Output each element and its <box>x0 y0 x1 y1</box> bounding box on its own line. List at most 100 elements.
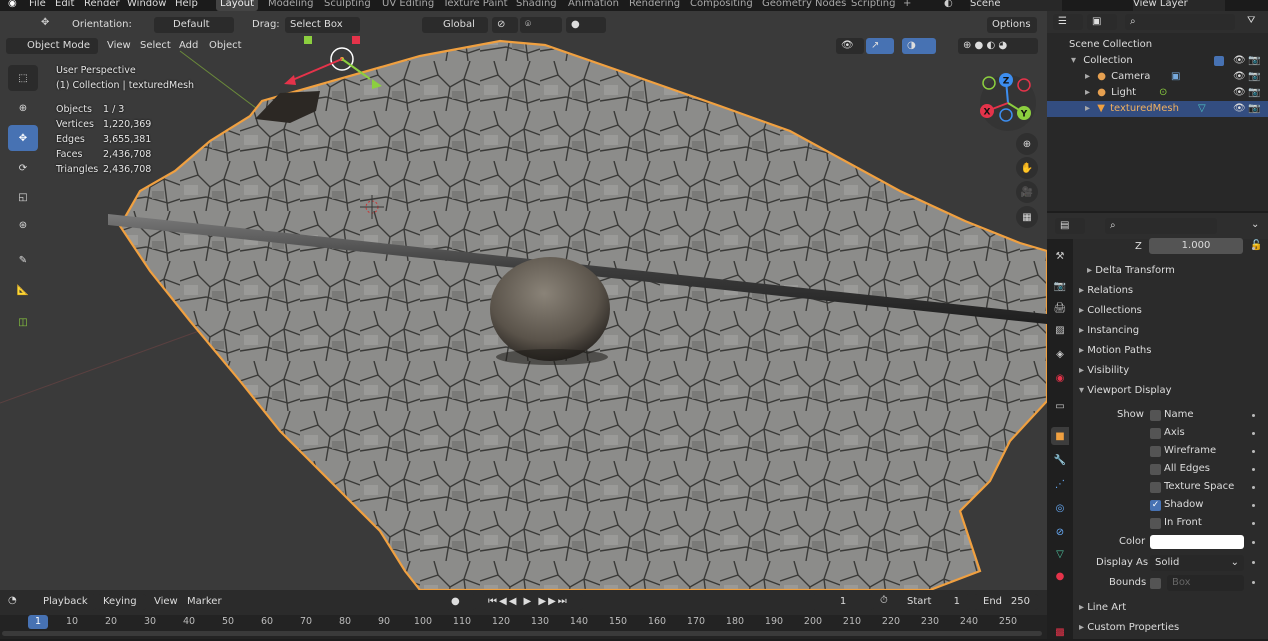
editor-type-icon[interactable]: ◔ <box>8 595 17 606</box>
transform-tool-icon[interactable]: ⊛ <box>8 212 38 238</box>
tab-modeling[interactable]: Modeling <box>264 0 318 11</box>
collection-checkbox[interactable] <box>1214 56 1224 66</box>
select-box-tool-icon[interactable]: ⬚ <box>8 65 38 91</box>
name-checkbox[interactable] <box>1150 410 1161 421</box>
eye-icon[interactable]: 👁 <box>1233 69 1246 85</box>
world-tab-icon[interactable]: ◉ <box>1051 369 1069 387</box>
shadow-checkbox[interactable]: ✓ <box>1150 500 1161 511</box>
expand-arrow-icon[interactable]: ▸ <box>1047 87 1090 98</box>
menu-file[interactable]: File <box>29 0 46 9</box>
outliner-search-input[interactable]: ⌕ <box>1125 14 1235 30</box>
menu-help[interactable]: Help <box>175 0 198 9</box>
tab-layout[interactable]: Layout <box>216 0 258 11</box>
viewport-display-panel[interactable]: ▾ Viewport Display <box>1073 381 1268 401</box>
visibility-panel[interactable]: ▸ Visibility <box>1073 361 1268 381</box>
outliner-item-light[interactable]: ▸ ● Light ⊙ 👁 📷 <box>1047 85 1268 101</box>
playback-menu[interactable]: Playback <box>38 594 96 610</box>
frame-ruler[interactable]: 1 10 20 30 40 50 60 70 80 90 100 110 120 130 140 150 160… <box>0 615 1047 639</box>
scene-collection-row[interactable]: Scene Collection <box>1047 37 1268 53</box>
timeline-scrollbar[interactable] <box>2 631 1042 636</box>
zoom-icon[interactable]: ⊕ <box>1016 133 1038 155</box>
start-frame-field[interactable]: Start 1 <box>898 594 970 610</box>
chevron-down-icon[interactable]: ⌄ <box>1251 219 1259 230</box>
keying-menu[interactable]: Keying <box>98 594 146 610</box>
in-front-checkbox[interactable] <box>1150 518 1161 529</box>
timeline[interactable]: ◔ Playback Keying View Marker ● ⏮◀◀ ▶ ▶▶… <box>0 590 1047 639</box>
outliner-item-texturedmesh[interactable]: ▸ ▼ texturedMesh ▽ 👁 📷 <box>1047 101 1268 117</box>
scale-tool-icon[interactable]: ◱ <box>8 184 38 210</box>
color-swatch[interactable] <box>1150 535 1244 549</box>
constraints-tab-icon[interactable]: ⊘ <box>1051 523 1069 541</box>
particles-tab-icon[interactable]: ⋰ <box>1051 475 1069 493</box>
physics-tab-icon[interactable]: ◎ <box>1051 499 1069 517</box>
mesh-data-icon[interactable]: ▽ <box>1198 101 1206 117</box>
drag-dropdown[interactable]: Select Box <box>285 17 360 33</box>
eye-icon[interactable]: 👁 <box>1233 101 1246 117</box>
modifier-tab-icon[interactable]: 🔧 <box>1051 451 1069 469</box>
menu-select[interactable]: Select <box>135 38 176 54</box>
overlay-toggle-icon[interactable]: ◑ <box>902 38 936 54</box>
timeline-view-menu[interactable]: View <box>154 596 178 607</box>
end-frame-field[interactable]: End 250 <box>974 594 1038 610</box>
pivot-icon[interactable]: ⊘ <box>492 17 518 33</box>
marker-menu[interactable]: Marker <box>187 596 222 607</box>
custom-properties-panel[interactable]: ▸ Custom Properties <box>1073 618 1268 638</box>
tab-rendering[interactable]: Rendering <box>625 0 684 11</box>
instancing-panel[interactable]: ▸ Instancing <box>1073 321 1268 341</box>
scene-icon[interactable]: ◐ <box>944 0 953 9</box>
tab-shading[interactable]: Shading <box>512 0 561 11</box>
material-tab-icon[interactable]: ● <box>1051 567 1069 585</box>
add-cube-tool-icon[interactable]: ◫ <box>8 309 38 335</box>
bounds-checkbox[interactable] <box>1150 578 1161 589</box>
keyframe-dot[interactable] <box>1252 541 1255 544</box>
collection-tab-icon[interactable]: ▭ <box>1051 397 1069 415</box>
keyframe-dot[interactable] <box>1252 468 1255 471</box>
menu-edit[interactable]: Edit <box>55 0 74 9</box>
keyframe-dot[interactable] <box>1252 450 1255 453</box>
collections-panel[interactable]: ▸ Collections <box>1073 301 1268 321</box>
properties-editor-type-icon[interactable]: ▤ <box>1055 218 1085 234</box>
axis-checkbox[interactable] <box>1150 428 1161 439</box>
outliner-item-camera[interactable]: ▸ ● Camera ▣ 👁 📷 <box>1047 69 1268 85</box>
tab-texture-paint[interactable]: Texture Paint <box>439 0 512 11</box>
add-workspace-icon[interactable]: + <box>903 0 911 9</box>
keyframe-dot[interactable] <box>1252 522 1255 525</box>
keyframe-dot[interactable] <box>1252 561 1255 564</box>
annotate-tool-icon[interactable]: ✎ <box>8 247 38 273</box>
gizmo-toggle-icon[interactable]: ↗ <box>866 38 894 54</box>
scene-name-field[interactable]: Scene <box>970 0 1062 11</box>
camera-render-icon[interactable]: 📷 <box>1248 101 1260 117</box>
mode-dropdown[interactable]: Object Mode <box>6 38 98 54</box>
keyframe-dot[interactable] <box>1252 581 1255 584</box>
motion-paths-panel[interactable]: ▸ Motion Paths <box>1073 341 1268 361</box>
transform-orientation-dropdown[interactable]: Global <box>422 17 488 33</box>
expand-arrow-icon[interactable]: ▸ <box>1047 103 1090 114</box>
tab-uv-editing[interactable]: UV Editing <box>378 0 438 11</box>
cursor-tool-icon[interactable]: ⊕ <box>8 95 38 121</box>
camera-data-icon[interactable]: ▣ <box>1171 69 1180 85</box>
expand-arrow-icon[interactable]: ▸ <box>1047 71 1090 82</box>
keyframe-dot[interactable] <box>1252 486 1255 489</box>
outliner[interactable]: ☰ ▣ ⌕ ⛛ Scene Collection ▾ Collection 👁 … <box>1047 11 1268 211</box>
tab-animation[interactable]: Animation <box>564 0 623 11</box>
menu-render[interactable]: Render <box>84 0 120 9</box>
scale-z-field[interactable]: 1.000 <box>1149 238 1243 254</box>
pan-hand-icon[interactable]: ✋ <box>1016 157 1038 179</box>
expand-arrow-icon[interactable]: ▾ <box>1047 55 1076 66</box>
view-layer-tab-icon[interactable]: ▨ <box>1051 321 1069 339</box>
proportional-edit-icon[interactable]: ● <box>566 17 606 33</box>
view-layer-field[interactable]: View Layer <box>1133 0 1225 11</box>
blender-logo-icon[interactable]: ◉ <box>8 0 17 9</box>
collection-row[interactable]: ▾ Collection 👁 📷 <box>1047 53 1268 69</box>
menu-window[interactable]: Window <box>127 0 166 9</box>
tool-tab-icon[interactable]: ⚒ <box>1051 247 1069 265</box>
snap-icon[interactable]: ⌾ <box>520 17 562 33</box>
camera-render-icon[interactable]: 📷 <box>1248 53 1260 69</box>
line-art-panel[interactable]: ▸ Line Art <box>1073 598 1268 618</box>
orientation-gizmo-icon[interactable]: ✥ <box>41 17 49 28</box>
properties-search-input[interactable]: ⌕ <box>1105 218 1217 234</box>
camera-render-icon[interactable]: 📷 <box>1248 85 1260 101</box>
keyframe-dot[interactable] <box>1252 504 1255 507</box>
object-tab-icon[interactable]: ■ <box>1051 427 1069 445</box>
playback-controls[interactable]: ⏮◀◀ ▶ ▶▶⏭ <box>483 594 583 610</box>
